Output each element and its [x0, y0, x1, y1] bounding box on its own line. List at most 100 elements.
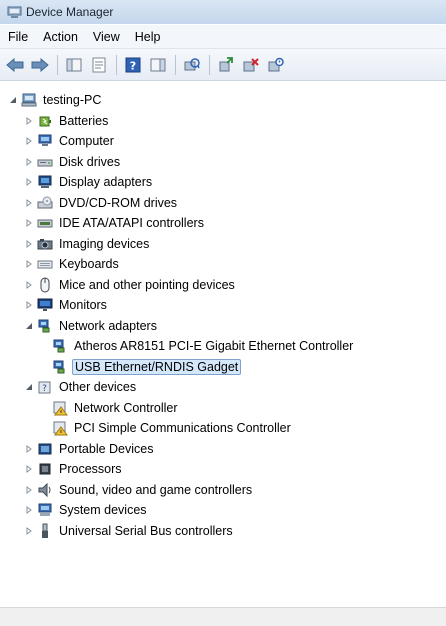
- tree-category-node[interactable]: Computer: [24, 131, 116, 151]
- sound-icon: [38, 482, 51, 497]
- expand-collapse-toggle[interactable]: [24, 177, 34, 187]
- expand-collapse-toggle[interactable]: [24, 116, 34, 126]
- update-driver-button[interactable]: [215, 54, 237, 76]
- collapsed-triangle-icon: [26, 485, 32, 494]
- expand-collapse-toggle[interactable]: [24, 259, 34, 269]
- tree-category-node[interactable]: Processors: [24, 459, 124, 479]
- toolbar-separator: [116, 54, 117, 75]
- system-device-icon: [38, 503, 52, 516]
- expand-collapse-toggle[interactable]: [24, 526, 34, 536]
- help-button[interactable]: ?: [122, 54, 144, 76]
- expand-collapse-toggle[interactable]: [24, 382, 34, 392]
- tree-node-label: Atheros AR8151 PCI-E Gigabit Ethernet Co…: [74, 339, 354, 353]
- tree-category-node[interactable]: Mice and other pointing devices: [24, 275, 237, 295]
- tree-category-node[interactable]: Disk drives: [24, 152, 122, 172]
- expanded-triangle-icon: [10, 97, 16, 103]
- expand-collapse-toggle[interactable]: [24, 444, 34, 454]
- tree-node-label: IDE ATA/ATAPI controllers: [59, 216, 204, 230]
- expand-collapse-toggle[interactable]: [24, 505, 34, 515]
- tree-device-node[interactable]: PCI Simple Communications Controller: [52, 418, 293, 438]
- display-adapter-icon: [38, 175, 52, 188]
- monitor-icon: [37, 298, 53, 311]
- menu-help[interactable]: Help: [128, 30, 168, 44]
- tree-device-node[interactable]: Network Controller: [52, 398, 180, 418]
- tree-node-label: Disk drives: [59, 154, 121, 169]
- tree-category-node[interactable]: Batteries: [24, 111, 110, 131]
- tree-category-node[interactable]: IDE ATA/ATAPI controllers: [24, 213, 206, 233]
- device-manager-app-icon: [7, 6, 22, 18]
- tree-device-node[interactable]: USB Ethernet/RNDIS Gadget: [52, 357, 242, 377]
- properties-button[interactable]: [88, 54, 110, 76]
- expand-collapse-toggle[interactable]: [24, 485, 34, 495]
- menu-bar: File Action View Help: [0, 25, 446, 49]
- collapsed-triangle-icon: [26, 506, 32, 514]
- battery-icon: [39, 116, 51, 126]
- expand-collapse-toggle[interactable]: [8, 95, 18, 105]
- tree-root-node[interactable]: testing-PC: [8, 90, 103, 110]
- disk-drive-icon: [37, 159, 53, 166]
- expand-collapse-toggle[interactable]: [24, 280, 34, 290]
- tree-node-label: Imaging devices: [59, 236, 150, 251]
- tree-node-label: Keyboards: [59, 257, 119, 271]
- svg-text:?: ?: [130, 59, 136, 72]
- network-adapter-icon: [53, 360, 65, 373]
- collapsed-triangle-icon: [26, 465, 32, 473]
- tree-node-label: Universal Serial Bus controllers: [59, 523, 233, 538]
- forward-button[interactable]: [29, 54, 51, 76]
- tree-category-node[interactable]: Display adapters: [24, 172, 154, 192]
- tree-category-node[interactable]: Portable Devices: [24, 439, 156, 459]
- tree-category-node[interactable]: Universal Serial Bus controllers: [24, 521, 235, 541]
- tree-node-label: USB Ethernet/RNDIS Gadget: [72, 358, 242, 375]
- menu-action[interactable]: Action: [36, 30, 85, 44]
- tree-node-label: Network adapters: [59, 318, 157, 333]
- tree-category-node[interactable]: System devices: [24, 500, 149, 520]
- update-driver-icon: [219, 56, 233, 71]
- status-bar: [0, 607, 446, 626]
- mouse-icon: [40, 277, 50, 292]
- back-arrow-icon: [6, 57, 24, 72]
- toolbar-separator: [175, 54, 176, 75]
- collapsed-triangle-icon: [26, 239, 32, 248]
- collapsed-triangle-icon: [26, 444, 32, 453]
- toolbar-separator: [57, 54, 58, 75]
- tree-node-label: System devices: [59, 503, 147, 517]
- tree-category-node[interactable]: Sound, video and game controllers: [24, 480, 254, 500]
- toolbar: ?: [0, 49, 446, 81]
- expand-collapse-toggle[interactable]: [24, 464, 34, 474]
- collapsed-triangle-icon: [26, 526, 32, 535]
- uninstall-device-button[interactable]: [240, 54, 262, 76]
- tree-node-label: Portable Devices: [59, 441, 154, 456]
- tree-category-node[interactable]: ? Other devices: [24, 377, 138, 397]
- show-hide-tree-button[interactable]: [63, 54, 85, 76]
- expand-collapse-toggle[interactable]: [24, 300, 34, 310]
- tree-category-node[interactable]: Monitors: [24, 295, 109, 315]
- back-button[interactable]: [4, 54, 26, 76]
- tree-category-node[interactable]: Imaging devices: [24, 234, 151, 254]
- expand-collapse-toggle[interactable]: [24, 198, 34, 208]
- tree-category-node[interactable]: Network adapters: [24, 316, 159, 336]
- menu-view[interactable]: View: [86, 30, 127, 44]
- tree-node-label: Other devices: [59, 380, 137, 394]
- expand-collapse-toggle[interactable]: [24, 239, 34, 249]
- scan-hardware-button[interactable]: [181, 54, 203, 76]
- expand-collapse-toggle[interactable]: [24, 218, 34, 228]
- disable-device-button[interactable]: [265, 54, 287, 76]
- expand-collapse-toggle[interactable]: [24, 321, 34, 331]
- tree-category-node[interactable]: Keyboards: [24, 254, 121, 274]
- tree-node-label: PCI Simple Communications Controller: [74, 421, 291, 435]
- action-pane-button[interactable]: [147, 54, 169, 76]
- tree-node-label: Network Controller: [74, 400, 178, 415]
- collapsed-triangle-icon: [26, 301, 32, 309]
- tree-category-node[interactable]: DVD/CD-ROM drives: [24, 193, 179, 213]
- toolbar-separator: [209, 54, 210, 75]
- expand-collapse-toggle[interactable]: [24, 157, 34, 167]
- computer-icon: [21, 93, 37, 107]
- forward-arrow-icon: [31, 57, 49, 72]
- window-title: Device Manager: [26, 5, 114, 19]
- imaging-device-icon: [37, 238, 53, 249]
- tree-device-node[interactable]: Atheros AR8151 PCI-E Gigabit Ethernet Co…: [52, 336, 355, 356]
- uninstall-device-icon: [243, 57, 259, 71]
- dvd-drive-icon: [37, 196, 53, 208]
- expand-collapse-toggle[interactable]: [24, 136, 34, 146]
- menu-file[interactable]: File: [1, 30, 35, 44]
